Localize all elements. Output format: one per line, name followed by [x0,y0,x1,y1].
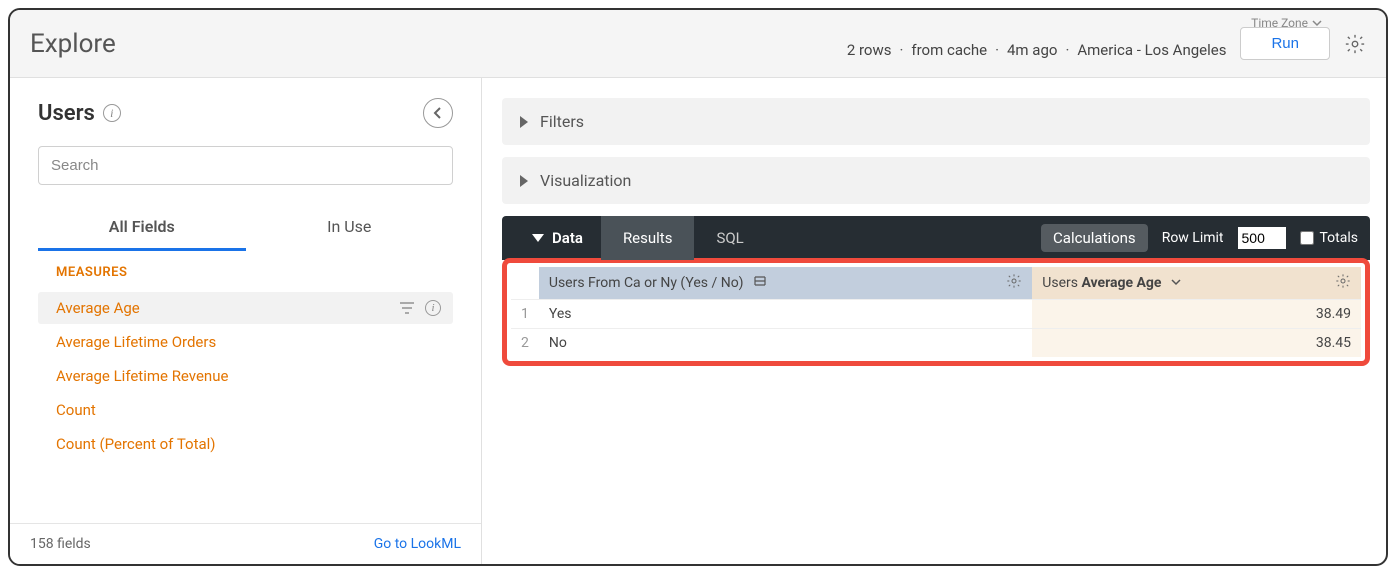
calculations-button[interactable]: Calculations [1041,224,1148,252]
totals-checkbox[interactable] [1300,231,1314,245]
timezone-dropdown[interactable]: Time Zone [1251,16,1322,30]
cell-dimension[interactable]: No [539,329,1032,358]
field-picker-sidebar: Users i All Fields In Use MEASURES Avera… [10,78,482,564]
row-number: 2 [511,329,539,358]
field-average-lifetime-orders[interactable]: Average Lifetime Orders [38,326,453,358]
field-count: 158 fields [30,536,91,552]
meas-bold: Average Age [1081,275,1161,291]
triangle-right-icon [520,175,528,187]
field-count-percent-of-total[interactable]: Count (Percent of Total) [38,428,453,460]
field-label: Average Lifetime Revenue [56,367,228,385]
row-limit-label: Row Limit [1162,230,1224,246]
measures-section-header: MEASURES [56,265,453,280]
field-average-lifetime-revenue[interactable]: Average Lifetime Revenue [38,360,453,392]
field-average-age[interactable]: Average Age i [38,292,453,324]
row-number: 1 [511,300,539,329]
pivot-icon[interactable] [753,275,767,291]
filters-label: Filters [540,112,584,131]
cell-dimension[interactable]: Yes [539,300,1032,329]
go-to-lookml-link[interactable]: Go to LookML [374,536,461,552]
totals-toggle[interactable]: Totals [1300,230,1359,246]
search-input[interactable] [38,146,453,185]
data-section-toggle[interactable]: Data [514,216,601,260]
field-label: Average Age [56,299,140,317]
totals-label: Totals [1320,230,1359,246]
column-header-measure[interactable]: Users Average Age [1032,267,1361,300]
column-dim-label: Users From Ca or Ny (Yes / No) [549,275,744,291]
explore-content: Filters Visualization Data Results SQL C… [482,78,1386,564]
filter-icon[interactable] [399,301,415,315]
data-section-bar: Data Results SQL Calculations Row Limit … [502,216,1370,260]
field-label: Average Lifetime Orders [56,333,216,351]
data-label: Data [552,229,583,247]
info-icon[interactable]: i [103,104,121,122]
visualization-label: Visualization [540,171,631,190]
status-tz: America - Los Angeles [1077,41,1226,59]
chevron-left-icon [432,107,444,119]
tab-results[interactable]: Results [601,216,695,260]
collapse-sidebar-button[interactable] [423,98,453,128]
column-header-dimension[interactable]: Users From Ca or Ny (Yes / No) [539,267,1032,300]
cell-measure[interactable]: 38.45 [1032,329,1361,358]
info-icon[interactable]: i [425,300,441,316]
triangle-down-icon [532,234,544,242]
status-cache: from cache [911,41,987,59]
tab-all-fields[interactable]: All Fields [38,205,246,251]
topbar: Explore Time Zone 2 rows · from cache · … [10,10,1386,78]
column-gear-icon[interactable] [1006,273,1022,293]
results-highlight: Users From Ca or Ny (Yes / No) Users Ave… [502,258,1370,366]
gear-icon[interactable] [1344,33,1366,55]
page-title: Explore [30,29,116,59]
tab-in-use[interactable]: In Use [246,205,454,251]
visualization-section-toggle[interactable]: Visualization [502,157,1370,204]
meas-prefix: Users [1042,275,1081,291]
tab-sql[interactable]: SQL [694,216,765,260]
row-limit-input[interactable] [1238,227,1286,249]
cell-measure[interactable]: 38.49 [1032,300,1361,329]
results-table: Users From Ca or Ny (Yes / No) Users Ave… [511,267,1361,357]
chevron-down-icon [1312,18,1322,28]
run-button[interactable]: Run [1240,27,1330,60]
column-gear-icon[interactable] [1335,273,1351,293]
status-rows: 2 rows [847,41,892,59]
rownum-header [511,267,539,300]
query-status: 2 rows · from cache · 4m ago · America -… [847,41,1227,59]
field-count[interactable]: Count [38,394,453,426]
filters-section-toggle[interactable]: Filters [502,98,1370,145]
triangle-right-icon [520,116,528,128]
sort-desc-icon[interactable] [1171,275,1181,291]
field-label: Count [56,401,96,419]
table-row: 1 Yes 38.49 [511,300,1361,329]
field-label: Count (Percent of Total) [56,435,216,453]
timezone-label-text: Time Zone [1251,16,1308,30]
explore-name: Users [38,101,95,126]
status-age: 4m ago [1007,41,1057,59]
table-row: 2 No 38.45 [511,329,1361,358]
